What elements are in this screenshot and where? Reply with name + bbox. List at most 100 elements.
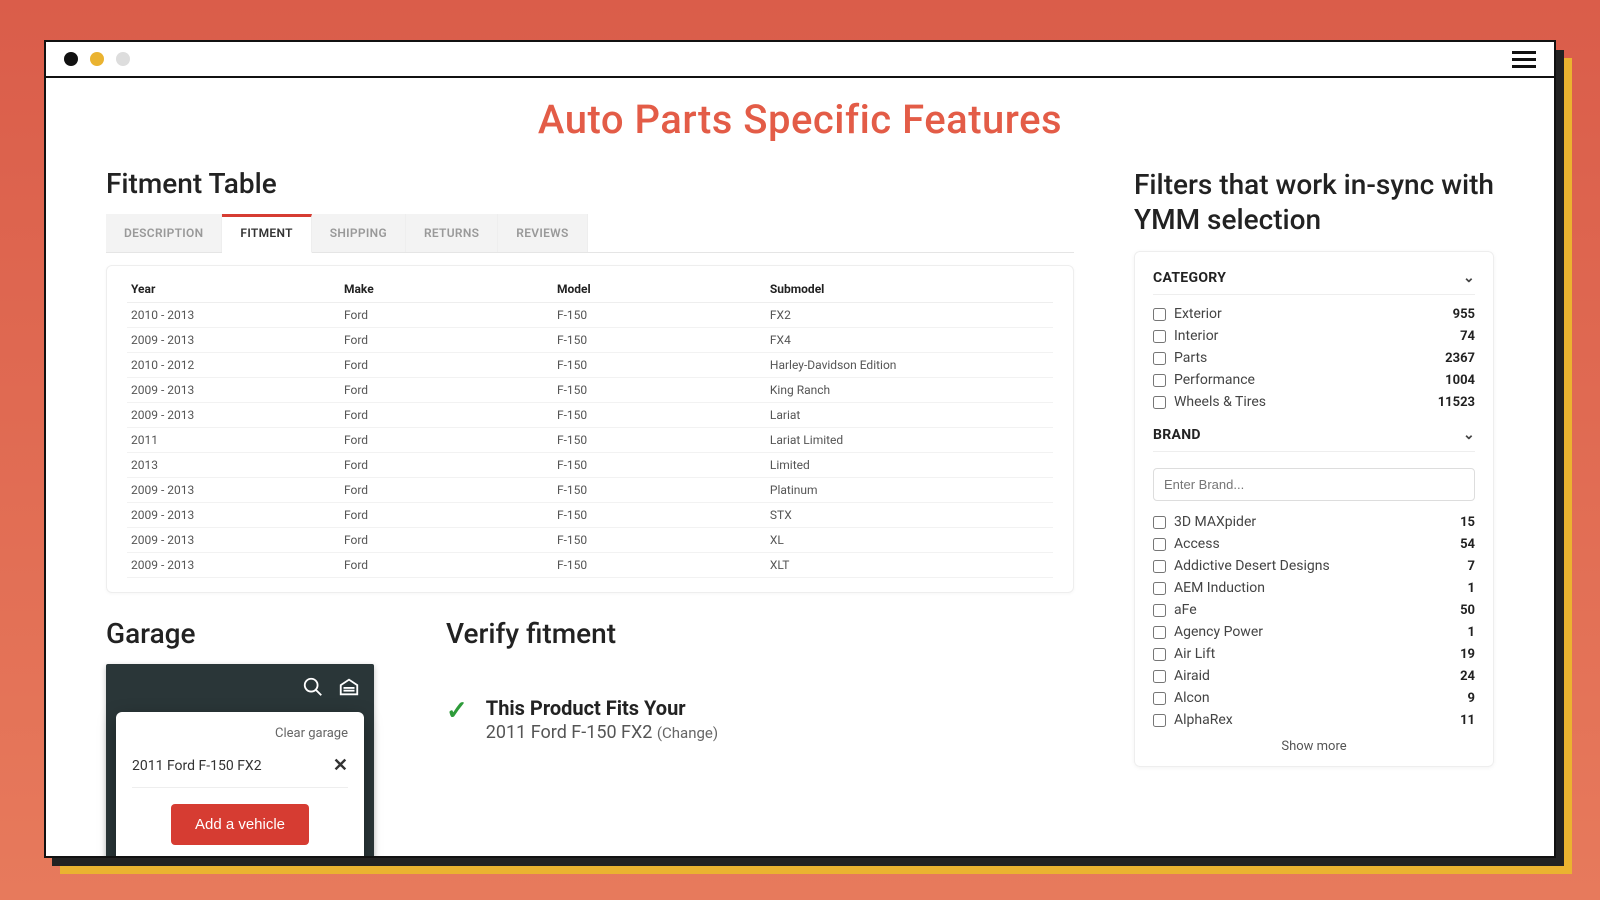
- brand-checkbox[interactable]: [1153, 604, 1166, 617]
- category-count: 1004: [1445, 373, 1475, 388]
- fits-vehicle: 2011 Ford F-150 FX2: [486, 722, 653, 743]
- brand-option[interactable]: AlphaRex 11: [1153, 709, 1475, 731]
- brand-count: 1: [1468, 625, 1475, 640]
- brand-name: Alcon: [1174, 690, 1210, 706]
- product-tabs: DESCRIPTIONFITMENTSHIPPINGRETURNSREVIEWS: [106, 214, 1074, 253]
- titlebar: [46, 42, 1554, 78]
- verify-heading: Verify fitment: [446, 617, 1074, 650]
- window-dot-close[interactable]: [64, 52, 78, 66]
- brand-option[interactable]: Access54: [1153, 533, 1475, 555]
- garage-widget: Clear garage 2011 Ford F-150 FX2 ✕ Add a…: [106, 664, 374, 856]
- tab-description[interactable]: DESCRIPTION: [106, 214, 222, 252]
- chevron-down-icon: ⌄: [1463, 270, 1475, 286]
- brand-name: Agency Power: [1174, 624, 1263, 640]
- category-checkbox[interactable]: [1153, 330, 1166, 343]
- brand-count: 19: [1460, 647, 1475, 662]
- table-row: 2009 - 2013FordF-150FX4: [127, 328, 1053, 353]
- table-row: 2011FordF-150Lariat Limited: [127, 428, 1053, 453]
- brand-option[interactable]: Alcon 9: [1153, 687, 1475, 709]
- fitment-table: YearMakeModelSubmodel 2010 - 2013FordF-1…: [127, 276, 1053, 578]
- brand-checkbox[interactable]: [1153, 626, 1166, 639]
- table-row: 2009 - 2013FordF-150XLT: [127, 553, 1053, 578]
- brand-option[interactable]: Addictive Desert Designs7: [1153, 555, 1475, 577]
- category-label: CATEGORY: [1153, 270, 1226, 286]
- brand-name: AlphaRex: [1174, 712, 1233, 728]
- table-row: 2013FordF-150Limited: [127, 453, 1053, 478]
- change-vehicle-link[interactable]: (Change): [657, 724, 718, 742]
- garage-popup: Clear garage 2011 Ford F-150 FX2 ✕ Add a…: [116, 712, 364, 856]
- remove-vehicle-icon[interactable]: ✕: [333, 757, 348, 775]
- brand-count: 1: [1468, 581, 1475, 596]
- table-row: 2009 - 2013FordF-150STX: [127, 503, 1053, 528]
- fits-line1: This Product Fits Your: [486, 696, 718, 720]
- brand-header[interactable]: BRAND ⌄: [1153, 427, 1475, 452]
- brand-name: Air Lift: [1174, 646, 1215, 662]
- tab-reviews[interactable]: REVIEWS: [498, 214, 587, 252]
- brand-name: AEM Induction: [1174, 580, 1265, 596]
- tab-shipping[interactable]: SHIPPING: [312, 214, 406, 252]
- window-dot-min[interactable]: [90, 52, 104, 66]
- brand-checkbox[interactable]: [1153, 714, 1166, 727]
- browser-window: Auto Parts Specific Features Fitment Tab…: [44, 40, 1556, 858]
- brand-checkbox[interactable]: [1153, 560, 1166, 573]
- chevron-down-icon: ⌄: [1463, 427, 1475, 443]
- brand-count: 9: [1468, 691, 1475, 706]
- brand-option[interactable]: Air Lift 19: [1153, 643, 1475, 665]
- category-option[interactable]: Wheels & Tires11523: [1153, 391, 1475, 413]
- garage-icon[interactable]: [338, 676, 360, 702]
- category-checkbox[interactable]: [1153, 352, 1166, 365]
- page-title: Auto Parts Specific Features: [106, 96, 1494, 143]
- garage-vehicle-name: 2011 Ford F-150 FX2: [132, 758, 262, 774]
- category-count: 2367: [1445, 351, 1475, 366]
- table-row: 2009 - 2013FordF-150Platinum: [127, 478, 1053, 503]
- filters-heading: Filters that work in-sync with YMM selec…: [1134, 167, 1494, 237]
- brand-checkbox[interactable]: [1153, 692, 1166, 705]
- fitment-table-card: YearMakeModelSubmodel 2010 - 2013FordF-1…: [106, 265, 1074, 593]
- category-count: 955: [1453, 307, 1475, 322]
- brand-option[interactable]: aFe50: [1153, 599, 1475, 621]
- table-row: 2010 - 2013FordF-150FX2: [127, 303, 1053, 328]
- table-row: 2010 - 2012FordF-150Harley-Davidson Edit…: [127, 353, 1053, 378]
- add-vehicle-button[interactable]: Add a vehicle: [171, 804, 309, 845]
- tab-returns[interactable]: RETURNS: [406, 214, 498, 252]
- category-checkbox[interactable]: [1153, 308, 1166, 321]
- brand-count: 54: [1460, 537, 1475, 552]
- window-dot-max[interactable]: [116, 52, 130, 66]
- clear-garage-link[interactable]: Clear garage: [132, 726, 348, 741]
- brand-checkbox[interactable]: [1153, 670, 1166, 683]
- category-option[interactable]: Performance 1004: [1153, 369, 1475, 391]
- brand-option[interactable]: 3D MAXpider15: [1153, 511, 1475, 533]
- category-name: Interior: [1174, 328, 1218, 344]
- fitment-heading: Fitment Table: [106, 167, 1074, 200]
- check-icon: ✓: [446, 696, 468, 727]
- category-option[interactable]: Exterior955: [1153, 303, 1475, 325]
- brand-count: 15: [1460, 515, 1475, 530]
- brand-option[interactable]: Agency Power 1: [1153, 621, 1475, 643]
- table-row: 2009 - 2013FordF-150XL: [127, 528, 1053, 553]
- brand-count: 11: [1460, 713, 1475, 728]
- brand-name: aFe: [1174, 602, 1197, 618]
- brand-checkbox[interactable]: [1153, 582, 1166, 595]
- hamburger-menu-icon[interactable]: [1512, 51, 1536, 68]
- category-checkbox[interactable]: [1153, 396, 1166, 409]
- brand-option[interactable]: Airaid24: [1153, 665, 1475, 687]
- brand-search-input[interactable]: [1153, 468, 1475, 501]
- category-option[interactable]: Parts 2367: [1153, 347, 1475, 369]
- category-header[interactable]: CATEGORY ⌄: [1153, 270, 1475, 295]
- table-row: 2009 - 2013FordF-150King Ranch: [127, 378, 1053, 403]
- category-count: 74: [1460, 329, 1475, 344]
- tab-fitment[interactable]: FITMENT: [222, 214, 311, 253]
- category-name: Parts: [1174, 350, 1207, 366]
- brand-option[interactable]: AEM Induction 1: [1153, 577, 1475, 599]
- brand-checkbox[interactable]: [1153, 516, 1166, 529]
- category-name: Wheels & Tires: [1174, 394, 1266, 410]
- window-controls: [64, 52, 130, 66]
- category-name: Performance: [1174, 372, 1255, 388]
- category-option[interactable]: Interior 74: [1153, 325, 1475, 347]
- brand-count: 24: [1460, 669, 1475, 684]
- search-icon[interactable]: [302, 676, 324, 702]
- brand-checkbox[interactable]: [1153, 648, 1166, 661]
- brand-checkbox[interactable]: [1153, 538, 1166, 551]
- category-checkbox[interactable]: [1153, 374, 1166, 387]
- show-more-link[interactable]: Show more: [1153, 731, 1475, 754]
